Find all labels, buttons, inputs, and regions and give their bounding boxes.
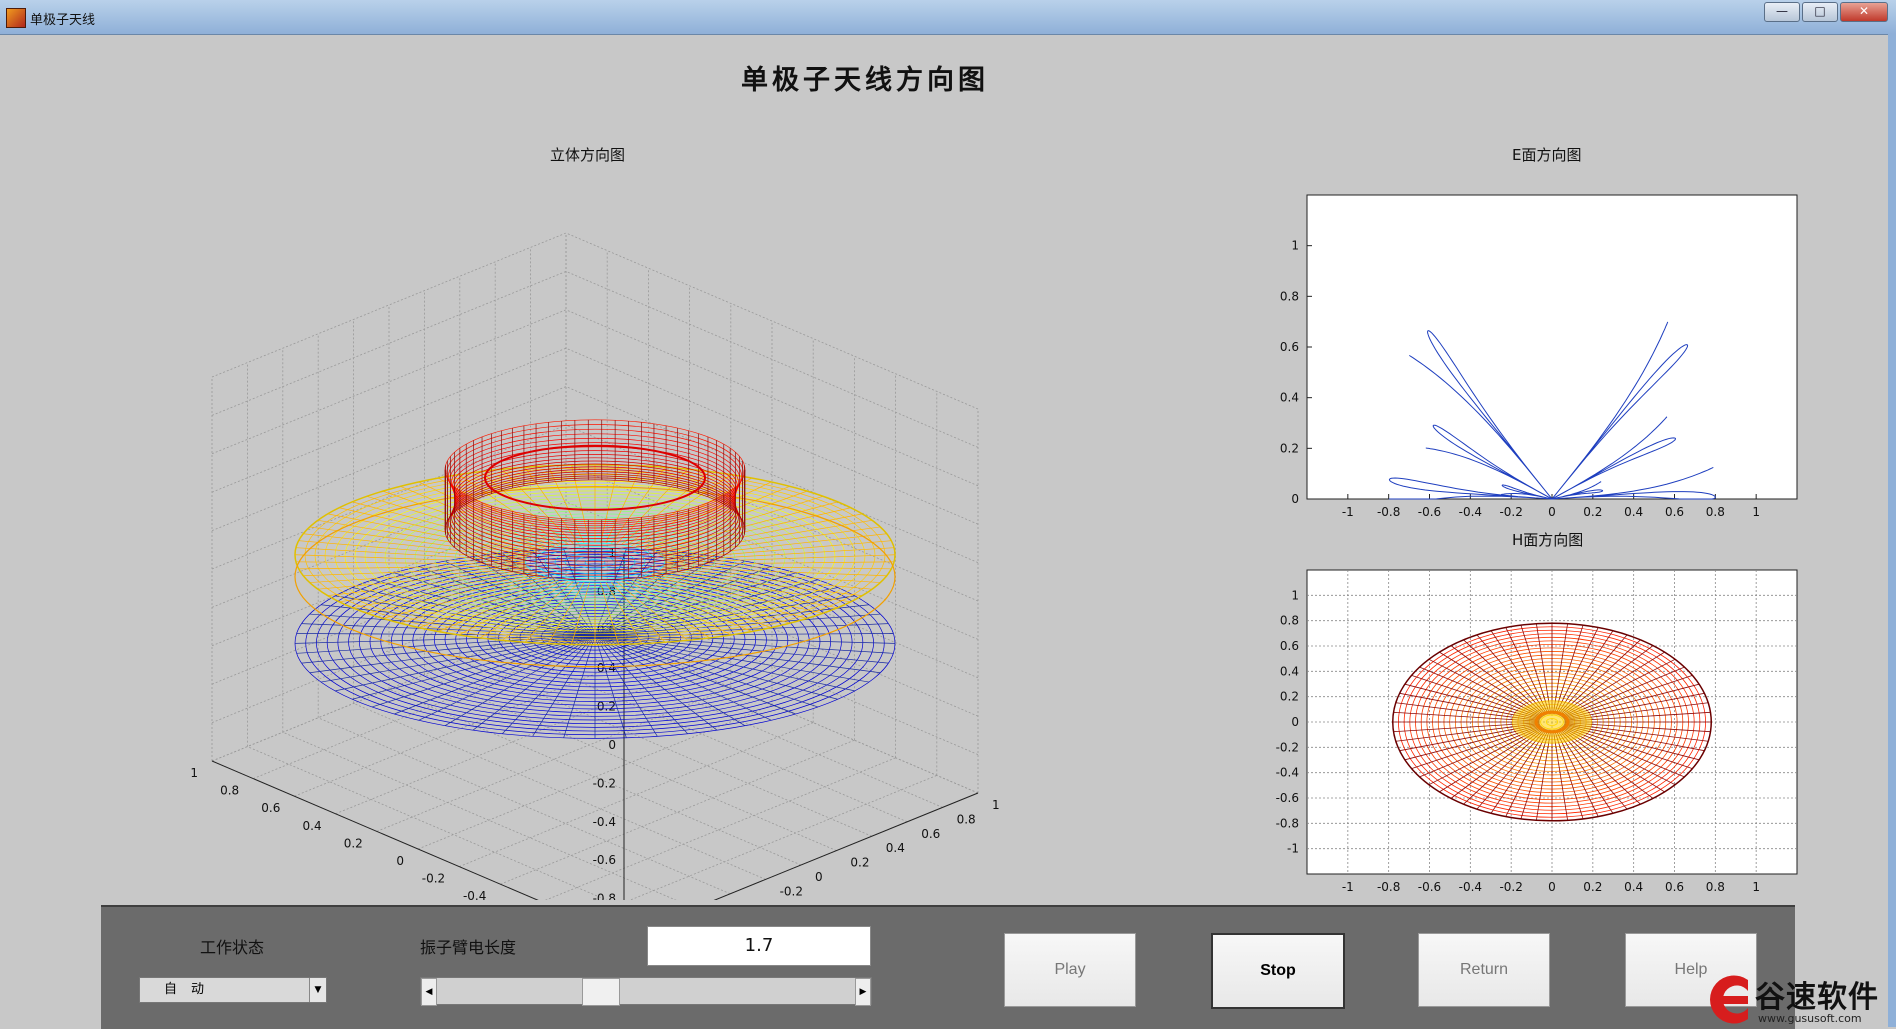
x-tick-label: 0 — [396, 854, 404, 868]
e-plane-title: E面方向图 — [1512, 146, 1582, 164]
e-x-tick-label: 0.4 — [1624, 505, 1643, 519]
e-x-tick-label: -1 — [1342, 505, 1354, 519]
h-y-tick-label: -0.2 — [1276, 740, 1299, 754]
plot3d-axes[interactable]: 10.80.60.40.20-0.2-0.4-0.6-0.8-110.80.60… — [40, 180, 1120, 900]
window-border — [1888, 34, 1896, 1027]
work-state-dropdown[interactable]: 自动 ▼ — [139, 977, 327, 1003]
h-x-tick-label: -0.2 — [1499, 880, 1522, 894]
h-plane-pattern — [1392, 622, 1712, 822]
return-button[interactable]: Return — [1418, 933, 1550, 1007]
maximize-button[interactable]: □ — [1802, 2, 1838, 22]
arm-length-input[interactable]: 1.7 — [647, 926, 871, 966]
h-y-tick-label: 0 — [1291, 715, 1299, 729]
watermark-logo-icon — [1710, 975, 1748, 1024]
y-tick-label: 1 — [992, 798, 1000, 812]
watermark-text: 谷速软件 — [1755, 980, 1879, 1015]
e-plane-axes[interactable]: -1 -0.8 -0.6 -0.4 -0.2 0 0.2 0.4 0.6 0.8 1 0 0.2 0.4 0… — [1255, 190, 1815, 530]
x-tick-label: -0.2 — [422, 872, 445, 886]
e-y-tick-label: 0.8 — [1280, 289, 1299, 303]
e-y-tick-label: 0.2 — [1280, 441, 1299, 455]
h-y-tick-label: -1 — [1287, 842, 1299, 856]
x-tick-label: -0.4 — [463, 889, 486, 900]
y-tick-label: 0.8 — [957, 812, 976, 826]
slider-right-arrow-icon[interactable]: ▶ — [855, 978, 871, 1006]
e-x-tick-label: 1 — [1752, 505, 1760, 519]
h-x-tick-label: 0.2 — [1583, 880, 1602, 894]
h-y-tick-label: -0.6 — [1276, 791, 1299, 805]
slider-left-arrow-icon[interactable]: ◀ — [421, 978, 437, 1006]
h-y-tick-label: -0.4 — [1276, 766, 1299, 780]
e-x-tick-label: -0.6 — [1418, 505, 1441, 519]
watermark-url: www.gususoft.com — [1758, 1012, 1862, 1025]
h-y-tick-label: 0.6 — [1280, 639, 1299, 653]
h-y-tick-label: -0.8 — [1276, 816, 1299, 830]
e-x-tick-label: 0.8 — [1706, 505, 1725, 519]
window-controls: — □ ✕ — [1764, 2, 1888, 22]
h-y-tick-label: 0.2 — [1280, 690, 1299, 704]
e-plane-frame — [1306, 194, 1798, 500]
h-x-tick-label: 0 — [1548, 880, 1556, 894]
z-tick-label: 0 — [608, 738, 616, 752]
h-y-tick-label: 0.8 — [1280, 614, 1299, 628]
work-state-label: 工作状态 — [200, 938, 265, 957]
close-button[interactable]: ✕ — [1840, 2, 1888, 22]
z-tick-label: -0.8 — [593, 892, 616, 900]
y-tick-label: -0.4 — [744, 899, 767, 900]
y-tick-label: 0.4 — [886, 841, 905, 855]
x-tick-label: 0.8 — [220, 784, 239, 798]
window-title: 单极子天线 — [30, 13, 96, 28]
x-tick-label: 0.4 — [303, 819, 322, 833]
h-x-tick-label: 0.4 — [1624, 880, 1643, 894]
e-x-tick-label: -0.8 — [1377, 505, 1400, 519]
radiation-pattern-surface — [294, 419, 896, 739]
minimize-button[interactable]: — — [1764, 2, 1800, 22]
x-tick-label: 0.6 — [261, 801, 280, 815]
y-tick-label: 0 — [815, 870, 823, 884]
e-y-tick-label: 0.6 — [1280, 340, 1299, 354]
arm-length-label: 振子臂电长度 — [420, 938, 517, 957]
e-x-tick-label: -0.4 — [1459, 505, 1482, 519]
x-tick-label: 0.2 — [344, 836, 363, 850]
h-x-tick-label: -1 — [1342, 880, 1354, 894]
y-tick-label: -0.2 — [780, 884, 803, 898]
plot3d-title: 立体方向图 — [550, 146, 626, 164]
z-tick-label: -0.2 — [593, 776, 616, 790]
e-x-tick-label: 0.2 — [1583, 505, 1602, 519]
matlab-icon — [6, 8, 26, 28]
h-x-tick-label: -0.4 — [1459, 880, 1482, 894]
work-state-value: 自动 — [164, 982, 219, 997]
z-tick-label: -0.6 — [593, 853, 616, 867]
y-tick-label: 0.2 — [850, 856, 869, 870]
h-x-tick-label: 0.8 — [1706, 880, 1725, 894]
h-plane-title: H面方向图 — [1512, 531, 1584, 549]
z-tick-label: -0.4 — [593, 815, 616, 829]
e-y-tick-label: 0.4 — [1280, 391, 1299, 405]
arm-length-slider[interactable]: ◀ ▶ — [420, 977, 872, 1006]
h-y-tick-label: 1 — [1291, 588, 1299, 602]
h-x-tick-label: -0.8 — [1377, 880, 1400, 894]
watermark: 谷速软件 www.gususoft.com — [1698, 972, 1896, 1027]
h-y-tick-label: 0.4 — [1280, 664, 1299, 678]
z-tick-label: 0.8 — [597, 584, 616, 598]
h-x-tick-label: 0.6 — [1665, 880, 1684, 894]
stop-button[interactable]: Stop — [1211, 933, 1345, 1009]
window-titlebar: 单极子天线 — □ ✕ — [0, 0, 1896, 35]
slider-thumb[interactable] — [582, 978, 620, 1006]
figure-title: 单极子天线方向图 — [741, 65, 989, 96]
y-tick-label: 0.6 — [921, 827, 940, 841]
chevron-down-icon[interactable]: ▼ — [309, 978, 326, 1002]
play-button[interactable]: Play — [1004, 933, 1136, 1007]
e-x-tick-label: 0.6 — [1665, 505, 1684, 519]
e-y-tick-label: 0 — [1291, 492, 1299, 506]
h-plane-axes[interactable]: -1 -0.8 -0.6 -0.4 -0.2 0 0.2 0.4 0.6 0.8 1 1 0.8 0.6 0… — [1255, 565, 1815, 895]
e-x-tick-label: -0.2 — [1499, 505, 1522, 519]
e-x-tick-label: 0 — [1548, 505, 1556, 519]
h-x-tick-label: -0.6 — [1418, 880, 1441, 894]
e-y-tick-label: 1 — [1291, 239, 1299, 253]
h-x-tick-label: 1 — [1752, 880, 1760, 894]
x-tick-label: 1 — [190, 766, 198, 780]
